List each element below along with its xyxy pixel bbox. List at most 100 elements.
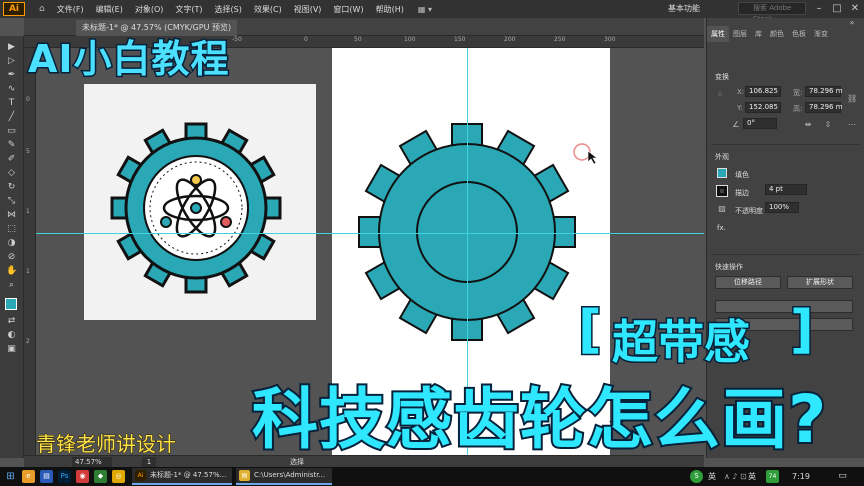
start-icon[interactable]: ⊞ <box>4 470 17 483</box>
scale-tool-icon[interactable]: ⤡ <box>6 196 17 207</box>
hand-tool-icon[interactable]: ✋ <box>6 266 17 277</box>
opacity-field[interactable]: 100% <box>765 202 799 213</box>
height-field[interactable]: 78.296 m <box>805 102 843 113</box>
ruler-tick: 250 <box>554 36 566 43</box>
rotation-angle-field[interactable]: 0° <box>743 118 777 129</box>
app-icon[interactable]: ◉ <box>76 470 89 483</box>
artboard-reference[interactable] <box>84 84 316 320</box>
zoom-tool-icon[interactable]: ⌕ <box>6 280 17 291</box>
headline-question: 科技感齿轮怎么画? <box>250 379 828 460</box>
tab-swatches[interactable]: 色板 <box>788 26 810 42</box>
w-label: 宽: <box>793 89 803 97</box>
sogou-ime-icon[interactable]: S <box>690 470 703 483</box>
menu-edit[interactable]: 编辑(E) <box>96 4 123 15</box>
chrome-icon[interactable]: ◎ <box>112 470 125 483</box>
free-transform-tool-icon[interactable]: ⬚ <box>6 224 17 235</box>
artboard-number-field[interactable]: 1 <box>142 457 156 467</box>
type-tool-icon[interactable]: T <box>6 98 17 109</box>
browser-icon[interactable]: e <box>22 470 35 483</box>
line-tool-icon[interactable]: ╱ <box>6 112 17 123</box>
home-icon[interactable]: ⌂ <box>39 4 45 14</box>
menu-file[interactable]: 文件(F) <box>57 4 84 15</box>
width-field[interactable]: 78.296 m <box>805 86 843 97</box>
expand-shape-button[interactable]: 扩展形状 <box>787 276 853 289</box>
direct-selection-tool-icon[interactable]: ▷ <box>6 56 17 67</box>
tray-icons[interactable]: ∧ ♪ ⊡ <box>724 467 747 486</box>
zoom-level-field[interactable]: 47.57% <box>72 457 112 467</box>
rotate-angle-icon: ∠ <box>732 120 740 129</box>
bracket-left: [ <box>577 299 604 362</box>
constrain-proportions-icon[interactable]: ⛓ <box>847 94 857 104</box>
screen-mode-icon[interactable]: ▣ <box>6 344 17 355</box>
tab-libraries[interactable]: 库 <box>751 26 766 42</box>
close-icon[interactable]: ✕ <box>846 0 864 18</box>
shaper-tool-icon[interactable]: ✐ <box>6 154 17 165</box>
photoshop-icon[interactable]: Ps <box>58 470 71 483</box>
taskbar-illustrator[interactable]: Ai 未标题-1* @ 47.57%... <box>132 468 232 485</box>
highlight-text: 超带感 <box>611 314 752 371</box>
stroke-swatch[interactable] <box>716 185 728 197</box>
tab-properties[interactable]: 属性 <box>707 26 729 42</box>
eyedropper-tool-icon[interactable]: ⊘ <box>6 252 17 263</box>
curvature-tool-icon[interactable]: ∿ <box>6 84 17 95</box>
notification-icon[interactable]: ▭ <box>836 470 849 483</box>
shape-builder-tool-icon[interactable]: ◑ <box>6 238 17 249</box>
selection-tool-icon[interactable]: ▶ <box>6 42 17 53</box>
workspace-switcher[interactable]: 基本功能 <box>668 3 700 14</box>
fx-label[interactable]: fx. <box>717 224 726 232</box>
rotate-tool-icon[interactable]: ↻ <box>6 182 17 193</box>
app-logo: Ai <box>3 2 25 16</box>
y-field[interactable]: 152.085 <box>745 102 781 113</box>
app-icon[interactable]: ◆ <box>94 470 107 483</box>
pen-tool-icon[interactable]: ✒ <box>6 70 17 81</box>
explorer-icon[interactable]: ▤ <box>40 470 53 483</box>
paintbrush-tool-icon[interactable]: ✎ <box>6 140 17 151</box>
fill-swatch[interactable] <box>717 168 727 178</box>
panel-tabs: 属性 图层 库 颜色 色板 渐变 <box>707 26 864 42</box>
vertical-ruler[interactable]: 0 5 1 1 2 <box>24 48 36 455</box>
menu-help[interactable]: 帮助(H) <box>376 4 404 15</box>
ruler-tick: 0 <box>26 96 30 103</box>
tab-layers[interactable]: 图层 <box>729 26 751 42</box>
badge-icon[interactable]: 74 <box>766 470 779 483</box>
menu-type[interactable]: 文字(T) <box>175 4 202 15</box>
menu-select[interactable]: 选择(S) <box>215 4 242 15</box>
atom-gear-illustration <box>110 122 282 294</box>
x-field[interactable]: 106.825 <box>745 86 781 97</box>
menu-window[interactable]: 窗口(W) <box>333 4 363 15</box>
offset-path-button[interactable]: 位移路径 <box>715 276 781 289</box>
opacity-icon: ▨ <box>718 204 726 213</box>
layout-icon[interactable]: ▦ ▾ <box>418 5 432 14</box>
author-credit: 青锋老师讲设计 <box>36 432 177 457</box>
reference-point-icon[interactable]: ⁘ <box>715 90 725 100</box>
draw-mode-icon[interactable]: ◐ <box>6 330 17 341</box>
more-options-icon[interactable]: ⋯ <box>847 120 857 130</box>
menu-object[interactable]: 对象(O) <box>135 4 164 15</box>
eraser-tool-icon[interactable]: ◇ <box>6 168 17 179</box>
menu-view[interactable]: 视图(V) <box>294 4 322 15</box>
menu-effect[interactable]: 效果(C) <box>254 4 282 15</box>
ime-mode[interactable]: 英 <box>708 467 716 486</box>
ruler-tick: 2 <box>26 338 30 345</box>
input-language[interactable]: 英 <box>748 467 756 486</box>
clock[interactable]: 7:19 <box>792 467 810 486</box>
opacity-label: 不透明度 <box>735 207 763 215</box>
rectangle-tool-icon[interactable]: ▭ <box>6 126 17 137</box>
ruler-tick: 300 <box>604 36 616 43</box>
flip-vertical-icon[interactable]: ⇳ <box>823 120 833 130</box>
swap-colors-icon[interactable]: ⇄ <box>6 316 17 327</box>
maximize-icon[interactable]: □ <box>828 0 846 18</box>
taskbar-explorer[interactable]: ▤ C:\Users\Administr... <box>236 468 332 485</box>
minimize-icon[interactable]: – <box>810 0 828 18</box>
fill-color-icon[interactable] <box>5 298 17 310</box>
tab-gradient[interactable]: 渐变 <box>810 26 832 42</box>
appearance-section-label: 外观 <box>715 153 729 161</box>
flip-horizontal-icon[interactable]: ⇹ <box>803 120 813 130</box>
horizontal-guide[interactable] <box>36 233 704 234</box>
ruler-tick: 100 <box>404 36 416 43</box>
tab-color[interactable]: 颜色 <box>766 26 788 42</box>
width-tool-icon[interactable]: ⋈ <box>6 210 17 221</box>
stroke-weight-field[interactable]: 4 pt <box>765 184 807 195</box>
windows-taskbar: ⊞ e ▤ Ps ◉ ◆ ◎ Ai 未标题-1* @ 47.57%... ▤ C… <box>0 467 864 486</box>
stock-search-input[interactable]: 搜索 Adobe Stock <box>738 2 806 23</box>
